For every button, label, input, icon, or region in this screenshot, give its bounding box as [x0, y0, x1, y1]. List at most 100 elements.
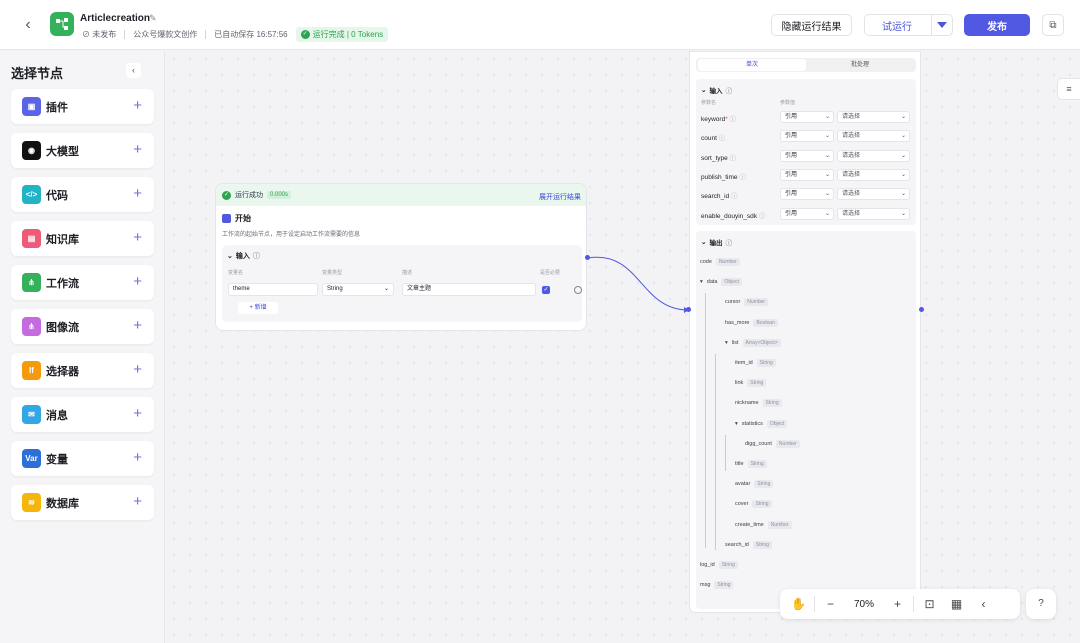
type-tag: Number [767, 520, 792, 529]
output-header[interactable]: ⌄ 输出 ⓘ [701, 237, 732, 247]
add-node-icon[interactable]: + [133, 97, 142, 115]
sidebar-item-5[interactable]: ⋔ 图像流 + [11, 309, 154, 344]
param-mode-select[interactable]: 引用 ⌄ [780, 188, 834, 201]
type-tag: Number [775, 439, 800, 448]
workflow-icon: ⋔ [22, 273, 41, 292]
chevron-down-icon[interactable]: ⌄ [701, 238, 706, 246]
param-mode-select[interactable]: 引用 ⌄ [780, 111, 834, 123]
remove-param-icon[interactable] [574, 286, 582, 294]
copy-icon[interactable]: ⧉ [1042, 14, 1064, 36]
param-type-select[interactable]: String ⌄ [322, 283, 394, 296]
param-mode-select[interactable]: 引用 ⌄ [780, 207, 834, 220]
chevron-down-icon[interactable] [937, 22, 947, 28]
expand-caret-icon[interactable]: ▾ [735, 421, 738, 427]
variable-icon: Var [22, 449, 41, 468]
edit-icon[interactable]: ✎ [149, 13, 157, 24]
add-node-icon[interactable]: + [133, 405, 142, 423]
output-port[interactable] [585, 255, 590, 260]
sidebar-item-label: 工作流 [46, 277, 79, 290]
sidebar-title: 选择节点 [11, 66, 64, 81]
zoom-level[interactable]: 70% [844, 599, 884, 610]
sidebar-item-2[interactable]: </> 代码 + [11, 177, 154, 212]
add-node-icon[interactable]: + [133, 493, 142, 511]
input-section-header[interactable]: ⌄ 输入 ⓘ [227, 251, 260, 261]
plugin-node-card[interactable]: 单次 批处理 ⌄ 输入 ⓘ 参数名 参数值 keyword* ⓘ 引用 ⌄ 请选择 ⌄ c… [689, 51, 921, 613]
param-value-select[interactable]: 请选择 ⌄ [837, 207, 910, 220]
database-icon: ≋ [22, 493, 41, 512]
param-value-select[interactable]: 请选择 ⌄ [837, 149, 910, 162]
sidebar-item-label: 知识库 [46, 233, 79, 246]
sidebar-item-1[interactable]: ◉ 大模型 + [11, 133, 154, 168]
param-mode-select[interactable]: 引用 ⌄ [780, 168, 834, 181]
run-time-badge: 0.000s [267, 191, 292, 199]
output-field: link String [735, 379, 767, 388]
add-node-icon[interactable]: + [133, 141, 142, 159]
expand-caret-icon[interactable]: ▾ [700, 279, 703, 285]
back-arrow-icon[interactable]: ‹ [18, 15, 38, 35]
zoom-in-icon[interactable]: + [884, 597, 911, 611]
type-tag: String [747, 379, 767, 388]
llm-icon: ◉ [22, 141, 41, 160]
test-run-button[interactable]: 试运行 [864, 14, 953, 36]
col-required: 是否必要 [540, 270, 561, 276]
type-tag: String [756, 359, 776, 367]
tab-batch[interactable]: 批处理 [806, 59, 914, 71]
add-node-icon[interactable]: + [133, 361, 142, 379]
unpublished-status: ⊘ 未发布 [82, 30, 117, 39]
input-header[interactable]: ⌄ 输入 ⓘ [701, 85, 732, 95]
input-port[interactable] [686, 307, 691, 312]
sidebar-item-8[interactable]: Var 变量 + [11, 441, 154, 476]
param-mode-select[interactable]: 引用 ⌄ [780, 130, 834, 143]
hide-results-button[interactable]: 隐藏运行结果 [771, 14, 852, 36]
help-icon[interactable]: ? [1026, 589, 1056, 619]
output-field: title String [735, 460, 767, 468]
add-param-button[interactable]: + 新增 [238, 302, 278, 314]
run-status-badge: ✓ 运行完成 | 0 Tokens [295, 27, 389, 42]
output-port-right[interactable] [919, 307, 924, 312]
hand-tool-icon[interactable]: ✋ [785, 597, 812, 611]
node-run-status: ✓ 运行成功 0.000s [216, 184, 586, 206]
expand-caret-icon[interactable]: ▾ [725, 340, 728, 346]
param-description-field[interactable]: 文章主题 [402, 283, 536, 296]
fit-view-icon[interactable]: ⊡ [916, 597, 943, 611]
workflow-canvas[interactable] [166, 51, 1080, 643]
tab-single[interactable]: 单次 [698, 59, 806, 71]
add-node-icon[interactable]: + [133, 229, 142, 247]
param-value-select[interactable]: 请选择 ⌄ [837, 168, 910, 181]
param-value-select[interactable]: 请选择 ⌄ [837, 130, 910, 143]
required-checkbox[interactable]: ✓ [542, 286, 550, 294]
publish-button[interactable]: 发布 [964, 14, 1030, 36]
sidebar-item-label: 图像流 [46, 321, 79, 334]
chevron-down-icon[interactable]: ⌄ [701, 86, 706, 94]
output-field: log_id String [700, 561, 738, 569]
add-node-icon[interactable]: + [133, 317, 142, 335]
input-params-section: ⌄ 输入 ⓘ 参数名 参数值 keyword* ⓘ 引用 ⌄ 请选择 ⌄ count ⓘ 引… [696, 79, 916, 225]
add-node-icon[interactable]: + [133, 449, 142, 467]
info-icon: ⓘ [725, 88, 732, 95]
start-node-card[interactable]: ✓ 运行成功 0.000s 展开运行结果 开始 工作流的起始节点，用于设定启动工… [215, 183, 587, 331]
param-value-select[interactable]: 请选择 ⌄ [837, 188, 910, 201]
minimap-icon[interactable]: ▦ [943, 597, 970, 611]
param-mode-select[interactable]: 引用 ⌄ [780, 149, 834, 162]
collapse-icon[interactable]: ‹ [970, 597, 997, 611]
sidebar-item-9[interactable]: ≋ 数据库 + [11, 485, 154, 520]
collapse-sidebar-icon[interactable]: ‹ [126, 63, 141, 78]
sidebar-item-7[interactable]: ✉ 消息 + [11, 397, 154, 432]
chevron-down-icon[interactable]: ⌄ [227, 252, 233, 260]
add-node-icon[interactable]: + [133, 185, 142, 203]
zoom-out-icon[interactable]: − [817, 597, 844, 611]
sidebar-item-0[interactable]: ▣ 插件 + [11, 89, 154, 124]
start-input-section: ⌄ 输入 ⓘ 变量名 变量类型 描述 是否必要 theme String ⌄ 文… [222, 245, 582, 322]
panel-toggle-icon[interactable]: ≡ [1057, 78, 1080, 100]
add-node-icon[interactable]: + [133, 273, 142, 291]
expand-results-link[interactable]: 展开运行结果 [539, 192, 581, 202]
param-name: count ⓘ [701, 135, 726, 143]
col-var-type: 变量类型 [322, 270, 343, 276]
param-name-field[interactable]: theme [228, 283, 318, 296]
param-value-select[interactable]: 请选择 ⌄ [837, 111, 910, 123]
node-sidebar: 选择节点 ‹ ▣ 插件 + ◉ 大模型 + </> 代码 + ▤ 知识库 + ⋔ 工作流 + ⋔ 图像流 + If 选… [0, 51, 165, 643]
sidebar-item-6[interactable]: If 选择器 + [11, 353, 154, 388]
type-tag: Number [744, 298, 769, 307]
sidebar-item-4[interactable]: ⋔ 工作流 + [11, 265, 154, 300]
sidebar-item-3[interactable]: ▤ 知识库 + [11, 221, 154, 256]
